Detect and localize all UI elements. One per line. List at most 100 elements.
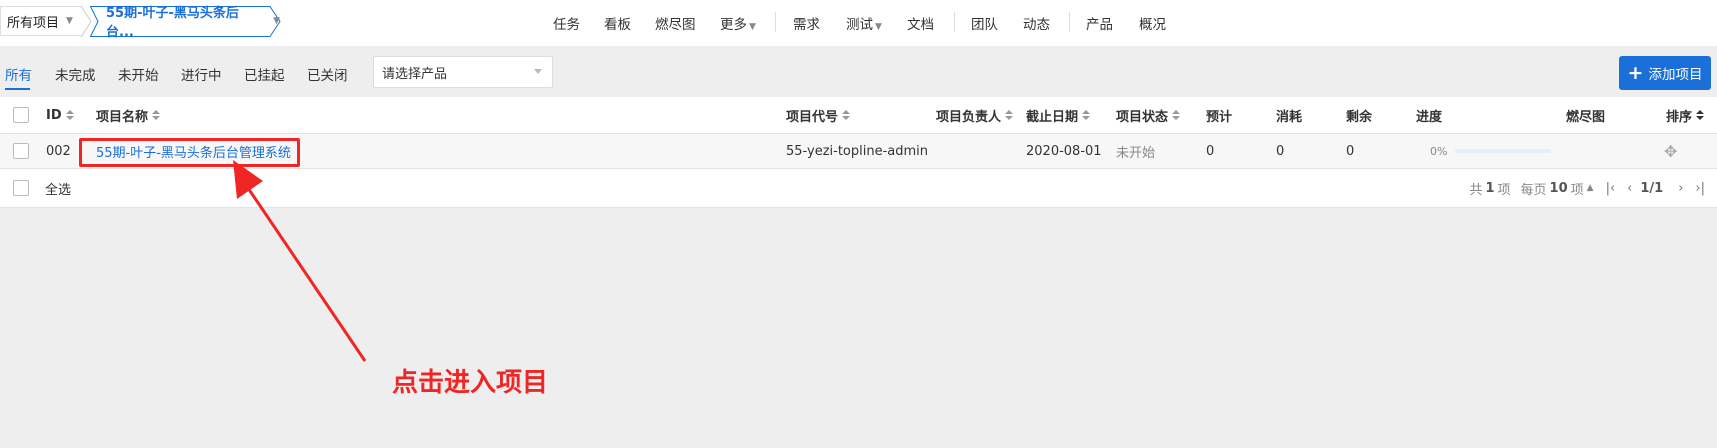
add-project-label: 添加项目	[1648, 67, 1703, 83]
checkbox[interactable]	[13, 180, 29, 196]
row-status: 未开始	[1116, 145, 1156, 161]
filter-tab-undone[interactable]: 未完成	[55, 64, 96, 84]
current-project-breadcrumb[interactable]: 55期-叶子-黑马头条后台... ▼	[90, 6, 281, 40]
col-end-label: 截止日期	[1026, 109, 1079, 125]
checkbox[interactable]	[13, 107, 29, 123]
filter-tab-all[interactable]: 所有	[5, 64, 32, 84]
last-page-icon[interactable]: ›|	[1695, 181, 1705, 196]
col-owner-label: 项目负责人	[936, 109, 1002, 125]
sort-icon	[842, 109, 851, 121]
col-status-label: 项目状态	[1116, 109, 1169, 125]
filter-tab-wait[interactable]: 未开始	[118, 64, 159, 84]
nav-kanban[interactable]: 看板	[604, 13, 631, 33]
nav-more[interactable]: 更多 ▼	[720, 13, 756, 33]
col-order[interactable]: 排序	[1666, 97, 1705, 133]
chevron-down-icon	[534, 69, 542, 74]
col-consumed[interactable]: 消耗	[1276, 97, 1302, 133]
row-end-date: 2020-08-01	[1026, 143, 1102, 159]
col-left[interactable]: 剩余	[1346, 97, 1372, 133]
current-project-name: 55期-叶子-黑马头条后台...	[106, 6, 239, 40]
pager-per-page-suffix: 项	[1570, 182, 1584, 198]
filter-tab-doing[interactable]: 进行中	[181, 64, 222, 84]
nav-doc[interactable]: 文档	[907, 13, 934, 33]
sort-icon	[152, 109, 161, 121]
filter-tab-suspended[interactable]: 已挂起	[244, 64, 285, 84]
product-select-value: 请选择产品	[382, 66, 448, 82]
chevron-down-icon: ▼	[66, 16, 73, 26]
sort-icon	[1082, 109, 1091, 121]
col-order-label: 排序	[1666, 109, 1693, 125]
filter-tab-closed[interactable]: 已关闭	[307, 64, 348, 84]
sort-icon	[65, 109, 74, 121]
pager-total: 1	[1485, 180, 1495, 196]
nav-team[interactable]: 团队	[971, 13, 998, 33]
row-checkbox-cell[interactable]	[13, 134, 29, 168]
caret-down-icon: ▼	[875, 22, 882, 32]
nav-burndown[interactable]: 燃尽图	[655, 13, 696, 33]
nav-task[interactable]: 任务	[553, 13, 580, 33]
col-burndown: 燃尽图	[1566, 109, 1606, 125]
project-switcher[interactable]: 所有项目 ▼	[0, 6, 82, 36]
col-estimate[interactable]: 预计	[1206, 97, 1232, 133]
pager-total-suffix: 项	[1497, 182, 1511, 198]
sort-icon	[1172, 109, 1181, 121]
row-id: 002	[46, 143, 71, 159]
add-project-button[interactable]: + 添加项目	[1619, 56, 1711, 90]
sort-icon	[1696, 109, 1705, 121]
status-filter-bar: 所有 未完成 未开始 进行中 已挂起 已关闭	[0, 52, 1717, 90]
col-id-label: ID	[46, 107, 62, 123]
prev-page-icon[interactable]: ‹	[1627, 181, 1632, 196]
col-progress: 进度	[1416, 109, 1443, 125]
pager-per-page[interactable]: 10	[1550, 181, 1568, 196]
row-progress: 0%	[1430, 134, 1552, 168]
select-column-checkbox[interactable]	[13, 97, 29, 133]
row-consumed: 0	[1276, 143, 1285, 159]
pager-page: 1/1	[1640, 180, 1664, 196]
project-switcher-label: 所有项目	[7, 15, 60, 31]
nav-more-label: 更多	[720, 17, 747, 33]
col-owner[interactable]: 项目负责人	[936, 97, 1014, 133]
nav-test[interactable]: 测试 ▼	[846, 13, 882, 33]
col-code-label: 项目代号	[786, 109, 839, 125]
next-page-icon[interactable]: ›	[1678, 181, 1683, 196]
select-all[interactable]: 全选	[13, 169, 71, 207]
select-all-label: 全选	[45, 182, 72, 198]
move-icon[interactable]: ✥	[1664, 142, 1677, 161]
checkbox[interactable]	[13, 143, 29, 159]
progress-text: 0%	[1430, 144, 1448, 158]
nav-divider	[775, 12, 776, 32]
col-name-label: 项目名称	[96, 109, 149, 125]
col-code[interactable]: 项目代号	[786, 97, 851, 133]
chevron-down-icon: ▼	[273, 16, 280, 26]
annotation-text: 点击进入项目	[392, 368, 549, 398]
top-header: 所有项目 ▼ 55期-叶子-黑马头条后台... ▼ 任务 看板 燃尽图 更多 ▼ …	[0, 0, 1717, 46]
product-select[interactable]: 请选择产品	[373, 56, 553, 88]
col-end[interactable]: 截止日期	[1026, 97, 1091, 133]
table-footer: 全选 共 1 项 每页 10 项 ▲ |‹ ‹ 1/1 › ›|	[0, 169, 1717, 208]
nav-story[interactable]: 需求	[793, 13, 820, 33]
nav-divider	[1069, 12, 1070, 32]
nav-divider	[954, 12, 955, 32]
col-status[interactable]: 项目状态	[1116, 97, 1181, 133]
row-move-handle[interactable]: ✥	[1664, 134, 1677, 168]
annotation-highlight-box	[79, 138, 300, 167]
progress-bar	[1455, 149, 1552, 153]
nav-test-label: 测试	[846, 17, 873, 33]
nav-product[interactable]: 产品	[1086, 13, 1113, 33]
caret-up-icon[interactable]: ▲	[1587, 183, 1594, 193]
nav-overview[interactable]: 概况	[1139, 13, 1166, 33]
active-tab-indicator	[5, 88, 30, 90]
nav-dynamic[interactable]: 动态	[1023, 13, 1050, 33]
col-name[interactable]: 项目名称	[96, 97, 161, 133]
row-code: 55-yezi-topline-admin	[786, 143, 929, 159]
caret-down-icon: ▼	[749, 22, 756, 32]
sort-icon	[1005, 109, 1014, 121]
table-header: ID 项目名称 项目代号 项目负责人 截止日期 项目状态 预计 消耗 剩余 进度…	[0, 97, 1717, 134]
row-estimate: 0	[1206, 143, 1215, 159]
pager-per-page-prefix: 每页	[1520, 182, 1547, 198]
first-page-icon[interactable]: |‹	[1606, 181, 1616, 196]
pager: 共 1 项 每页 10 项 ▲ |‹ ‹ 1/1 › ›|	[1469, 169, 1705, 207]
pager-total-prefix: 共	[1469, 182, 1483, 198]
col-id[interactable]: ID	[46, 97, 74, 133]
row-left: 0	[1346, 143, 1355, 159]
